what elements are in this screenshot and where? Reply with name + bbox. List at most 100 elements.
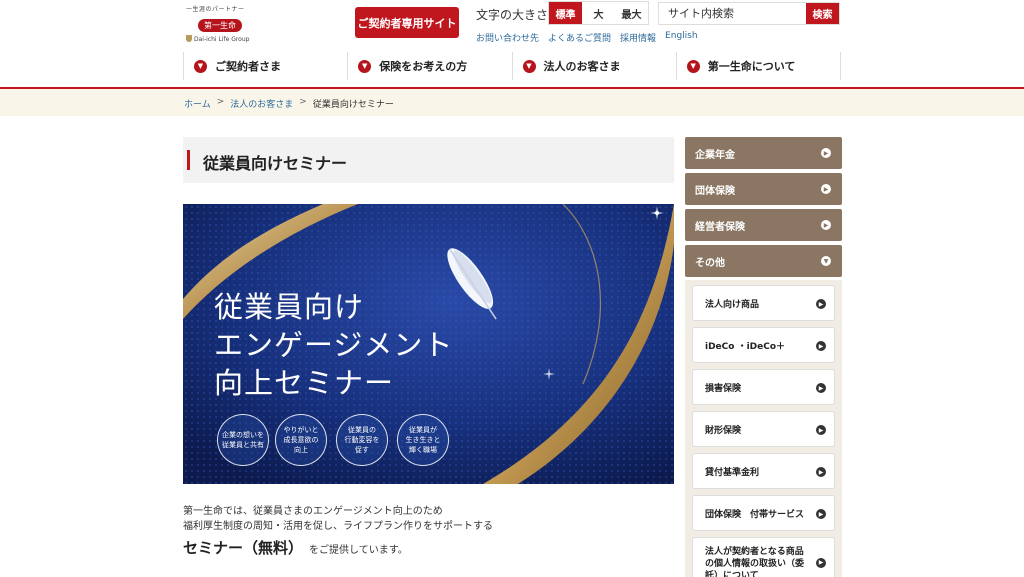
logo-tagline: 一生涯のパートナー [186,6,245,13]
chevron-down-icon: ▼ [686,59,700,73]
intro-line: 福利厚生制度の周知・活用を促し、ライフプラン作りをサポートする [183,521,493,532]
chevron-right-icon: ▶ [816,299,826,309]
shield-icon [186,35,192,42]
sidebar-subitem-label: 損害保険 [705,383,742,394]
logo-group: Dai-ichi Life Group [186,35,266,43]
chevron-right-icon: ▶ [816,558,826,568]
sidebar-subitem-label: 財形保険 [705,425,742,436]
nav-item-corporate[interactable]: ▼ 法人のお客さま [511,52,676,80]
seminar-free-emphasis: セミナー（無料） [183,539,304,557]
intro-emphasis-line: セミナー（無料） をご提供しています。 [183,537,408,558]
sidebar-subitem[interactable]: 法人向け商品 ▶ [692,285,835,321]
recruit-link[interactable]: 採用情報 [620,31,656,44]
banner-bubble: 従業員の 行動変容を 促す [336,414,388,466]
search-input[interactable] [659,3,807,24]
font-size-standard-button[interactable]: 標準 [549,2,582,24]
breadcrumb-corporate[interactable]: 法人のお客さま [230,97,293,110]
chevron-down-icon: ▼ [821,256,831,266]
site-search: 検索 [658,2,840,25]
breadcrumb-current: 従業員向けセミナー [312,100,394,110]
sidebar-subitem-label: iDeCo ・iDeCo＋ [705,341,786,352]
sidebar-subitem-label: 貸付基準金利 [705,467,760,478]
bubble-text: 従業員の [348,426,376,434]
banner-title-line: 向上セミナー [214,366,395,400]
nav-label: 法人のお客さま [543,60,621,73]
title-accent-bar [187,150,190,170]
logo-name: 第一生命 [198,19,242,32]
bubble-text: 行動変容を [344,436,380,444]
sidebar-item-executive-insurance[interactable]: 経営者保険 ▶ [685,209,842,241]
banner-title: 従業員向け エンゲージメント 向上セミナー [214,288,453,402]
bubble-text: 成長意欲の [283,436,319,444]
sidebar-subitem[interactable]: 損害保険 ▶ [692,369,835,405]
bubble-text: 従業員と共有 [222,441,264,449]
font-size-large-button[interactable]: 大 [582,2,615,24]
contact-link[interactable]: お問い合わせ先 [476,31,539,44]
sidebar-subpanel: 法人向け商品 ▶ iDeCo ・iDeCo＋ ▶ 損害保険 ▶ 財形保険 ▶ 貸… [685,280,842,577]
nav-label: ご契約者さま [215,60,281,73]
chevron-right-icon: ▶ [816,425,826,435]
chevron-down-icon: ▼ [522,59,536,73]
nav-item-prospective[interactable]: ▼ 保険をお考えの方 [347,52,511,80]
sidebar-subitem[interactable]: 団体保険 付帯サービス ▶ [692,495,835,531]
page-title-box: 従業員向けセミナー [183,137,674,183]
font-size-largest-button[interactable]: 最大 [615,2,648,24]
sidebar-subitem-label: 法人向け商品 [705,299,760,310]
sidebar-subitem-label: 団体保険 付帯サービス [705,509,805,520]
utility-links: お問い合わせ先 よくあるご質問 採用情報 English [476,31,698,44]
nav-label: 保険をお考えの方 [379,60,468,73]
faq-link[interactable]: よくあるご質問 [548,31,611,44]
bubble-text: 向上 [294,446,308,454]
bubble-text: 企業の想いを [222,431,264,439]
banner-bubble: やりがいと 成長意欲の 向上 [275,414,327,466]
seminar-banner: 従業員向け エンゲージメント 向上セミナー 企業の想いを 従業員と共有 やりがいと… [183,204,674,484]
breadcrumb-separator: > [299,97,307,107]
chevron-down-icon: ▼ [358,59,372,73]
sidebar-item-label: 経営者保険 [695,221,745,233]
nav-label: 第一生命について [707,60,796,73]
chevron-right-icon: ▶ [816,467,826,477]
chevron-right-icon: ▶ [821,220,831,230]
breadcrumb-separator: > [216,97,225,107]
sidebar-item-group-insurance[interactable]: 団体保険 ▶ [685,173,842,205]
sidebar-subitem-label: 法人が契約者となる商品の個人情報の取扱い（委託）について [705,547,805,577]
chevron-right-icon: ▶ [821,148,831,158]
banner-title-line: 従業員向け [214,290,365,324]
breadcrumb-home[interactable]: ホーム [184,97,211,110]
logo-group-text: Dai-ichi Life Group [194,36,250,43]
bubble-text: 輝く職場 [409,446,437,454]
sidebar-subitem[interactable]: 法人が契約者となる商品の個人情報の取扱い（委託）について ▶ [692,537,835,577]
site-header: 一生涯のパートナー 第一生命 Dai-ichi Life Group ご契約者専… [0,0,1024,88]
bubble-text: 生き生きと [405,436,441,444]
intro-text: 第一生命では、従業員さまのエンゲージメント向上のため 福利厚生制度の周知・活用を… [183,504,493,534]
breadcrumb: ホーム > 法人のお客さま > 従業員向けセミナー [184,97,394,110]
banner-title-line: エンゲージメント [214,328,454,362]
global-nav: ▼ ご契約者さま ▼ 保険をお考えの方 ▼ 法人のお客さま ▼ 第一生命について [183,52,841,80]
page-title: 従業員向けセミナー [203,154,348,173]
intro-line: 第一生命では、従業員さまのエンゲージメント向上のため [183,506,443,517]
sidebar-item-corporate-pension[interactable]: 企業年金 ▶ [685,137,842,169]
banner-bubble: 従業員が生き生きと輝く職場 [397,414,449,466]
sidebar-item-label: その他 [695,257,725,269]
search-button[interactable]: 検索 [806,3,839,24]
font-size-label: 文字の大きさ [476,8,549,22]
contract-site-button[interactable]: ご契約者専用サイト [355,7,459,38]
chevron-down-icon: ▼ [194,59,207,73]
dai-ichi-logo[interactable]: 一生涯のパートナー 第一生命 Dai-ichi Life Group [186,4,266,44]
breadcrumb-bar: ホーム > 法人のお客さま > 従業員向けセミナー [0,89,1024,116]
nav-item-about[interactable]: ▼ 第一生命について [675,52,841,80]
bubble-text: 従業員が [409,426,437,434]
font-size-switcher: 標準 大 最大 [548,1,649,25]
chevron-right-icon: ▶ [821,184,831,194]
nav-item-policyholders[interactable]: ▼ ご契約者さま [183,52,347,80]
sidebar-item-label: 企業年金 [695,149,735,161]
chevron-right-icon: ▶ [816,383,826,393]
sidebar-item-other[interactable]: その他 ▼ [685,245,842,277]
chevron-right-icon: ▶ [816,341,826,351]
english-link[interactable]: English [665,31,698,44]
intro-tail: をご提供しています。 [309,545,408,556]
sidebar-subitem[interactable]: 財形保険 ▶ [692,411,835,447]
sidebar-item-label: 団体保険 [695,185,735,197]
sidebar-subitem[interactable]: iDeCo ・iDeCo＋ ▶ [692,327,835,363]
sidebar-subitem[interactable]: 貸付基準金利 ▶ [692,453,835,489]
